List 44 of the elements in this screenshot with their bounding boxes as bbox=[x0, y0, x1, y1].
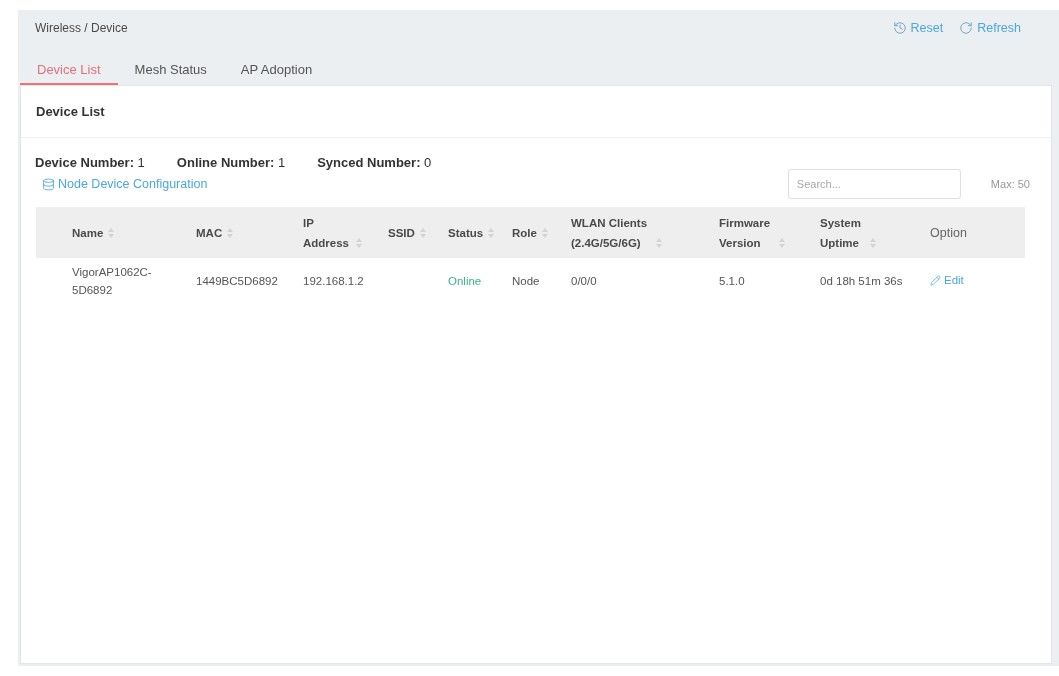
summary-stat: Device Number: 1 bbox=[35, 155, 145, 171]
column-header: Role bbox=[512, 225, 537, 241]
summary-stat: Synced Number: 0 bbox=[317, 155, 432, 171]
sort-icon[interactable] bbox=[227, 227, 234, 238]
column-header: Name bbox=[72, 225, 104, 241]
sort-icon[interactable] bbox=[541, 227, 548, 238]
panel-title: Device List bbox=[21, 86, 1051, 138]
tab[interactable]: Mesh Status bbox=[117, 55, 224, 85]
sort-icon[interactable] bbox=[656, 237, 662, 248]
table-cell: Node bbox=[509, 258, 568, 304]
sort-icon[interactable] bbox=[779, 237, 785, 248]
history-icon bbox=[892, 21, 907, 35]
sort-icon[interactable] bbox=[356, 237, 362, 248]
table-cell: 0/0/0 bbox=[568, 258, 716, 304]
column-header: Firmware Version bbox=[719, 215, 772, 251]
table-cell: VigorAP1062C-5D6892 bbox=[36, 258, 193, 304]
column-header: Status bbox=[448, 225, 484, 241]
sort-icon[interactable] bbox=[419, 227, 426, 238]
breadcrumb: Wireless / Device bbox=[35, 21, 128, 35]
summary-stat: Online Number: 1 bbox=[176, 155, 286, 171]
search-field[interactable]: Search... bbox=[787, 169, 961, 199]
node-config-link[interactable]: Node Device Configuration bbox=[42, 175, 208, 193]
column-header: Option bbox=[930, 224, 967, 242]
sort-icon[interactable] bbox=[108, 227, 115, 238]
column-header: SSID bbox=[388, 225, 415, 241]
limit-note: Max: 50 bbox=[990, 178, 1030, 190]
database-icon bbox=[42, 177, 55, 191]
refresh-button[interactable]: Refresh bbox=[959, 21, 1021, 35]
column-header: System Uptime bbox=[820, 215, 862, 251]
table-cell: 1449BC5D6892 bbox=[193, 258, 300, 304]
pencil-icon bbox=[930, 274, 941, 286]
sort-icon[interactable] bbox=[870, 237, 876, 248]
tab[interactable]: AP Adoption bbox=[223, 55, 330, 85]
column-header: MAC bbox=[196, 225, 223, 241]
sort-icon[interactable] bbox=[488, 227, 495, 238]
edit-link[interactable]: Edit bbox=[930, 271, 964, 290]
table-cell: 5.1.0 bbox=[716, 258, 817, 304]
table-cell: 192.168.1.2 bbox=[300, 258, 385, 304]
column-header: IP Address bbox=[303, 215, 351, 251]
table-cell: 0d 18h 51m 36s bbox=[817, 258, 927, 304]
table-cell: Online bbox=[445, 258, 509, 304]
reset-button[interactable]: Reset bbox=[892, 21, 944, 35]
column-header: WLAN Clients (2.4G/5G/6G) bbox=[571, 215, 649, 251]
refresh-icon bbox=[959, 21, 974, 35]
